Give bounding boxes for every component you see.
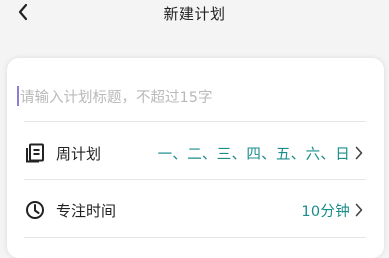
focus-time-value: 10分钟 [301,203,350,220]
chevron-right-icon [352,144,366,162]
page-title: 新建计划 [163,5,226,23]
focus-time-row[interactable]: 专注时间 10分钟 [24,190,366,230]
text-caret [17,86,19,106]
divider [24,179,366,180]
weekly-plan-value: 一、二、三、四、五、六、日 [157,146,350,163]
weekly-plan-row[interactable]: 周计划 一、二、三、四、五、六、日 [24,133,366,173]
focus-time-label: 专注时间 [56,201,117,220]
divider [24,237,366,238]
top-bar: 新建计划 [0,0,389,30]
weekly-plan-label: 周计划 [56,144,102,163]
plan-title-input[interactable]: 请输入计划标题，不超过15字 [17,79,362,113]
chevron-right-icon [352,201,366,219]
weekly-plan-icon [24,142,46,164]
divider [24,121,366,122]
plan-title-placeholder: 请输入计划标题，不超过15字 [20,89,213,106]
clock-icon [24,199,46,221]
